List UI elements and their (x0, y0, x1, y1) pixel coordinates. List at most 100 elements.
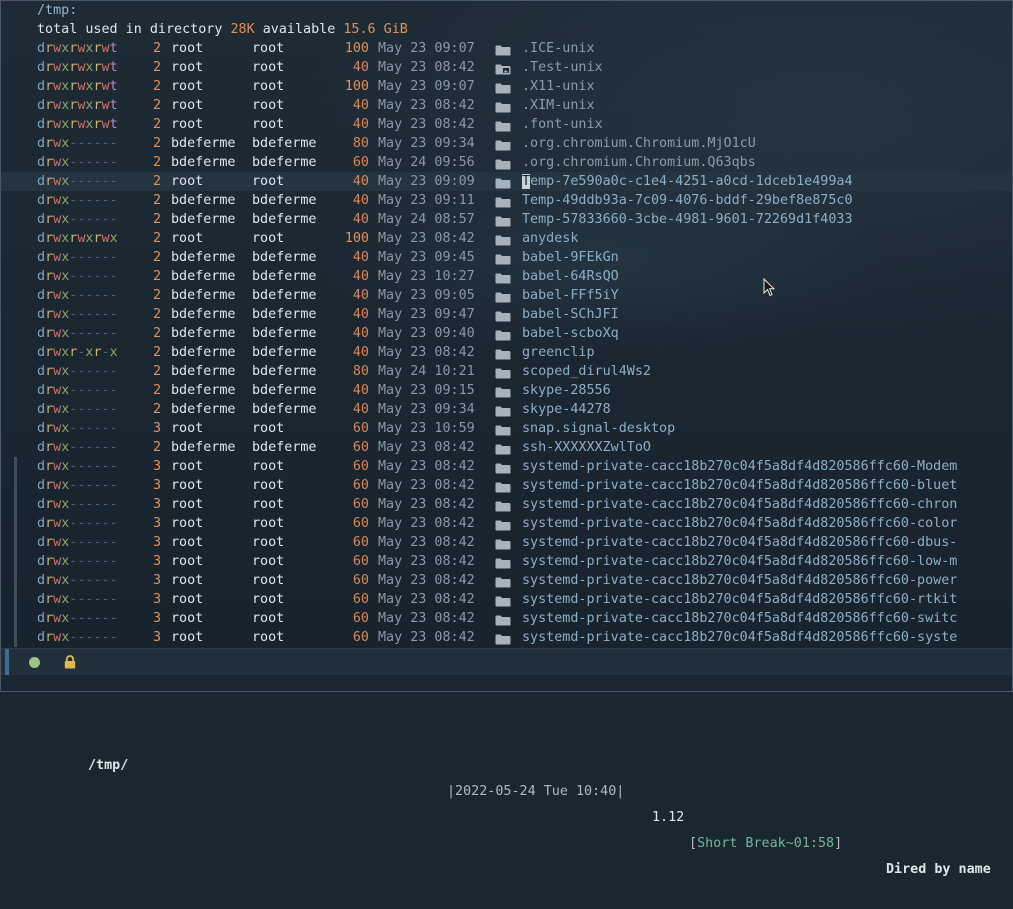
file-name[interactable]: systemd-private-cacc18b270c04f5a8df4d820… (522, 552, 957, 571)
file-row[interactable]: drwx------ 3 root root 60 May 23 10:59 snap.si… (1, 419, 1012, 438)
file-name[interactable]: .org.chromium.Chromium.Q63qbs (522, 153, 756, 172)
file-name[interactable]: systemd-private-cacc18b270c04f5a8df4d820… (522, 495, 957, 514)
file-size: 100 (344, 79, 369, 94)
permissions: drwx------ (37, 535, 118, 550)
link-count: 2 (153, 250, 162, 265)
owner: root (171, 41, 204, 56)
file-name[interactable]: scoped_dirul4Ws2 (522, 362, 651, 381)
file-name[interactable]: babel-64RsQO (522, 267, 619, 286)
file-row[interactable]: drwx------ 2 bdeferme bdeferme 40 May 23 09:3… (1, 400, 1012, 419)
file-row[interactable]: drwx------ 3 root root 60 May 23 08:42 systemd… (1, 590, 1012, 609)
file-name[interactable]: Temp-49ddb93a-7c09-4076-bddf-29bef8e875c… (522, 191, 853, 210)
file-row[interactable]: drwx------ 3 root root 60 May 23 08:42 systemd… (1, 476, 1012, 495)
file-name[interactable]: .org.chromium.Chromium.MjO1cU (522, 134, 756, 153)
file-row[interactable]: drwx------ 2 bdeferme bdeferme 40 May 23 09:4… (1, 324, 1012, 343)
file-name[interactable]: snap.signal-desktop (522, 419, 675, 438)
file-name[interactable]: ssh-XXXXXXZwlToO (522, 438, 651, 457)
owner: bdeferme (171, 383, 236, 398)
permissions: drwx------ (37, 269, 118, 284)
file-name[interactable]: babel-FFf5iY (522, 286, 619, 305)
file-size: 60 (352, 516, 369, 531)
file-row[interactable]: drwx------ 2 bdeferme bdeferme 40 May 23 09:4… (1, 305, 1012, 324)
file-name[interactable]: greenclip (522, 343, 595, 362)
file-row[interactable]: drwx------ 3 root root 60 May 23 08:42 systemd… (1, 457, 1012, 476)
dired-buffer[interactable]: /tmp: total used in directory 28K availa… (1, 1, 1012, 648)
permissions: drwxrwxrwt (37, 41, 118, 56)
file-size: 60 (352, 421, 369, 436)
file-row[interactable]: drwx------ 2 bdeferme bdeferme 60 May 24 09:5… (1, 153, 1012, 172)
file-name[interactable]: .ICE-unix (522, 39, 595, 58)
file-row[interactable]: drwx------ 2 bdeferme bdeferme 40 May 23 09:1… (1, 381, 1012, 400)
file-name[interactable]: .XIM-unix (522, 96, 595, 115)
file-row[interactable]: drwx------ 3 root root 60 May 23 08:42 systemd… (1, 571, 1012, 590)
file-row[interactable]: drwxrwxrwt 2 root root 100 May 23 09:07 .ICE-u… (1, 39, 1012, 58)
file-name[interactable]: anydesk (522, 229, 578, 248)
file-row[interactable]: drwx------ 2 bdeferme bdeferme 40 May 23 09:4… (1, 248, 1012, 267)
file-row[interactable]: drwx------ 2 bdeferme bdeferme 40 May 23 09:1… (1, 191, 1012, 210)
owner: bdeferme (171, 402, 236, 417)
file-row[interactable]: drwx------ 2 bdeferme bdeferme 40 May 23 10:2… (1, 267, 1012, 286)
file-name[interactable]: skype-28556 (522, 381, 611, 400)
permissions: drwx------ (37, 402, 118, 417)
file-row[interactable]: drwx------ 3 root root 60 May 23 08:42 systemd… (1, 533, 1012, 552)
file-name[interactable]: skype-44278 (522, 400, 611, 419)
permissions: drwx------ (37, 250, 118, 265)
file-size: 100 (344, 231, 369, 246)
major-mode[interactable]: Dired by name (886, 857, 991, 883)
directory-heading[interactable]: /tmp: (37, 3, 77, 18)
folder-icon (495, 81, 511, 94)
file-row[interactable]: drwx------ 2 bdeferme bdeferme 40 May 24 08:5… (1, 210, 1012, 229)
modified-date: May 23 10:59 (378, 421, 475, 436)
file-size: 40 (352, 288, 369, 303)
link-count: 2 (153, 155, 162, 170)
file-name[interactable]: systemd-private-cacc18b270c04f5a8df4d820… (522, 476, 957, 495)
file-name[interactable]: systemd-private-cacc18b270c04f5a8df4d820… (522, 457, 957, 476)
file-row[interactable]: drwx------ 3 root root 60 May 23 08:42 systemd… (1, 628, 1012, 647)
file-name[interactable]: systemd-private-cacc18b270c04f5a8df4d820… (522, 514, 957, 533)
permissions: drwx------ (37, 383, 118, 398)
file-name[interactable]: babel-9FEkGn (522, 248, 619, 267)
file-row[interactable]: drwxrwxrwt 2 root root 100 May 23 09:07 .X11-u… (1, 77, 1012, 96)
pomodoro-timer[interactable]: [Short Break~01:58] (689, 831, 842, 857)
file-name[interactable]: babel-scboXq (522, 324, 619, 343)
file-name[interactable]: systemd-private-cacc18b270c04f5a8df4d820… (522, 590, 957, 609)
file-name[interactable]: babel-SChJFI (522, 305, 619, 324)
file-row[interactable]: drwx------ 2 bdeferme bdeferme 60 May 23 08:4… (1, 438, 1012, 457)
file-row[interactable]: drwx------ 3 root root 60 May 23 08:42 systemd… (1, 495, 1012, 514)
file-row[interactable]: drwx------ 2 bdeferme bdeferme 40 May 23 09:0… (1, 286, 1012, 305)
modified-date: May 23 09:34 (378, 402, 475, 417)
file-row[interactable]: drwx------ 3 root root 60 May 23 08:42 systemd… (1, 609, 1012, 628)
group: bdeferme (252, 440, 317, 455)
file-size: 60 (352, 573, 369, 588)
modified-date: May 23 09:40 (378, 326, 475, 341)
file-name[interactable]: systemd-private-cacc18b270c04f5a8df4d820… (522, 571, 957, 590)
file-name[interactable]: Temp-57833660-3cbe-4981-9601-72269d1f403… (522, 210, 853, 229)
file-row[interactable]: drwx------ 2 bdeferme bdeferme 80 May 24 10:2… (1, 362, 1012, 381)
file-name[interactable]: systemd-private-cacc18b270c04f5a8df4d820… (522, 628, 957, 647)
file-row[interactable]: drwxrwxrwt 2 root root 40 May 23 08:42 .font-u… (1, 115, 1012, 134)
file-row[interactable]: drwxrwxrwt 2 root root 40 May 23 08:42 .XIM-un… (1, 96, 1012, 115)
file-row[interactable]: drwxrwxrwt 2 root root 40 May 23 08:42 .Test-u… (1, 58, 1012, 77)
file-name[interactable]: .X11-unix (522, 77, 595, 96)
file-row[interactable]: drwx------ 2 bdeferme bdeferme 80 May 23 09:3… (1, 134, 1012, 153)
file-row[interactable]: drwx------ 3 root root 60 May 23 08:42 systemd… (1, 552, 1012, 571)
version-label: 1.12 (652, 810, 685, 825)
file-name[interactable]: Temp-7e590a0c-c1e4-4251-a0cd-1dceb1e499a… (522, 172, 853, 191)
file-name[interactable]: systemd-private-cacc18b270c04f5a8df4d820… (522, 533, 957, 552)
file-row[interactable]: drwxr-xr-x 2 bdeferme bdeferme 40 May 23 08:4… (1, 343, 1012, 362)
group: root (252, 459, 285, 474)
file-row[interactable]: drwxrwxrwx 2 root root 100 May 23 08:42 anydes… (1, 229, 1012, 248)
modified-date: May 23 08:42 (378, 516, 475, 531)
file-size: 40 (352, 402, 369, 417)
file-name[interactable]: .font-unix (522, 115, 603, 134)
file-name[interactable]: systemd-private-cacc18b270c04f5a8df4d820… (522, 609, 957, 628)
folder-icon (495, 138, 511, 151)
file-name[interactable]: .Test-unix (522, 58, 603, 77)
group: root (252, 535, 285, 550)
owner: bdeferme (171, 440, 236, 455)
link-count: 3 (153, 478, 162, 493)
link-count: 2 (153, 440, 162, 455)
file-row[interactable]: drwx------ 3 root root 60 May 23 08:42 systemd… (1, 514, 1012, 533)
minibuffer[interactable] (1, 675, 1012, 691)
file-row[interactable]: drwx------ 2 root root 40 May 23 09:09 Temp-7e… (1, 172, 1012, 191)
